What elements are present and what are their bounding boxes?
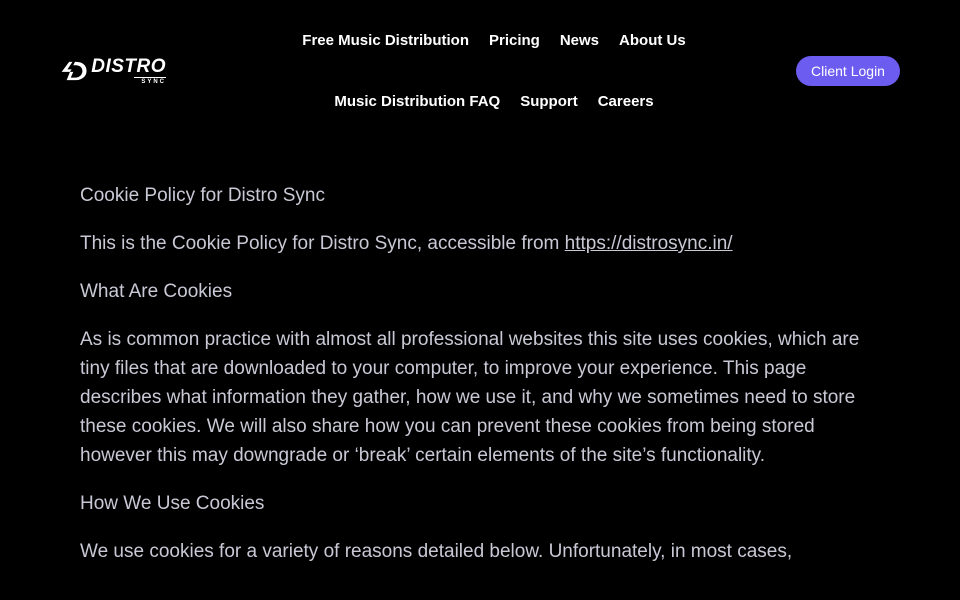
nav-music-distribution-faq[interactable]: Music Distribution FAQ xyxy=(334,92,500,112)
nav-news[interactable]: News xyxy=(560,31,599,51)
logo-word: DISTRO xyxy=(91,56,166,77)
primary-nav-row-1: Free Music Distribution Pricing News Abo… xyxy=(0,31,960,51)
logo-mark-icon xyxy=(61,61,87,81)
heading-what-are-cookies: What Are Cookies xyxy=(80,281,233,302)
site-link[interactable]: https://distrosync.in/ xyxy=(565,233,733,254)
logo-sub: SYNC xyxy=(134,77,166,85)
primary-nav-row-2: Music Distribution FAQ Support Careers xyxy=(0,92,960,112)
nav-free-music-distribution[interactable]: Free Music Distribution xyxy=(302,31,469,51)
distro-sync-logo[interactable]: DISTRO SYNC xyxy=(60,57,166,85)
intro-paragraph: This is the Cookie Policy for Distro Syn… xyxy=(80,229,880,258)
paragraph-how-we-use-cookies: We use cookies for a variety of reasons … xyxy=(80,541,793,562)
heading-how-we-use-cookies: How We Use Cookies xyxy=(80,493,265,514)
nav-support[interactable]: Support xyxy=(520,92,578,112)
nav-pricing[interactable]: Pricing xyxy=(489,31,540,51)
page-title: Cookie Policy for Distro Sync xyxy=(80,185,325,206)
site-header: DISTRO SYNC Free Music Distribution Pric… xyxy=(0,0,960,140)
logo-wordmark: DISTRO SYNC xyxy=(91,57,166,85)
paragraph-what-are-cookies: As is common practice with almost all pr… xyxy=(80,329,860,466)
nav-careers[interactable]: Careers xyxy=(598,92,654,112)
cookie-policy-content: Cookie Policy for Distro Sync This is th… xyxy=(80,181,880,585)
intro-text: This is the Cookie Policy for Distro Syn… xyxy=(80,233,565,254)
client-login-button[interactable]: Client Login xyxy=(796,56,900,86)
nav-about-us[interactable]: About Us xyxy=(619,31,686,51)
